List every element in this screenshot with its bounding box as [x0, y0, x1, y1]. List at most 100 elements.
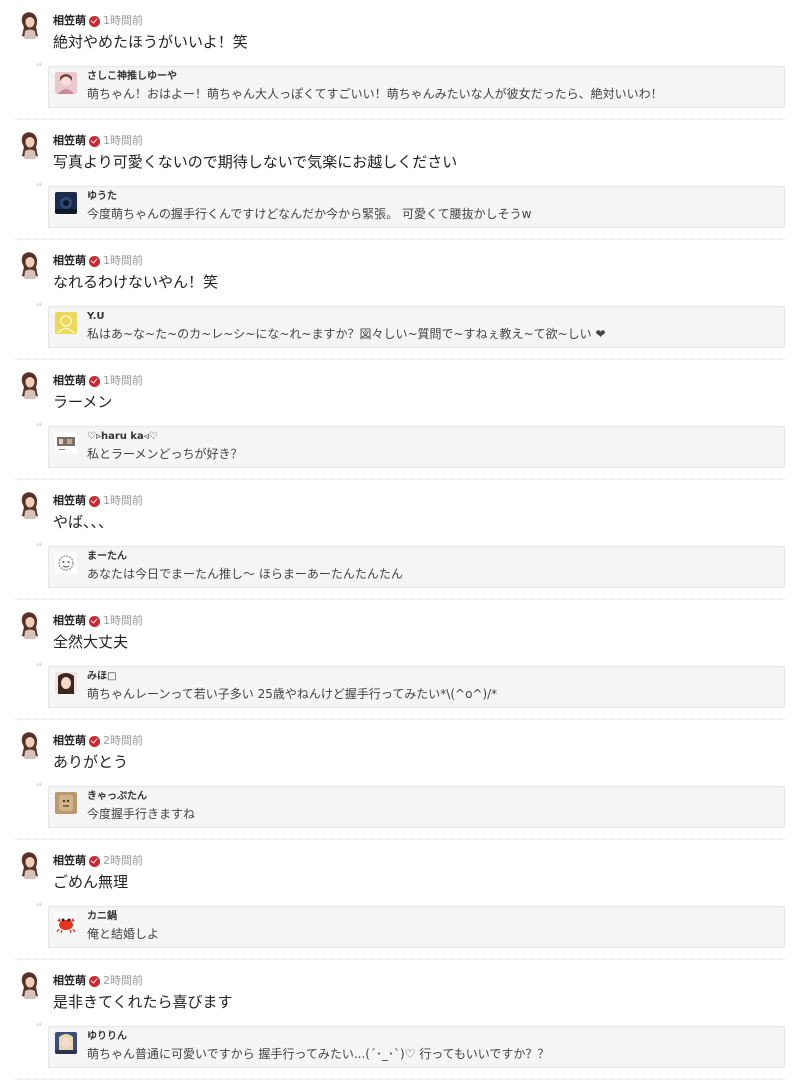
quote-icon: “ [36, 1021, 43, 1035]
comment-thread: 相笠萌 2時間前 ありがとう “ きゃっぷたん 今度握手行きますね [15, 720, 785, 840]
commenter-avatar[interactable] [55, 72, 77, 94]
commenter-avatar[interactable] [55, 312, 77, 334]
comment-thread: 相笠萌 1時間前 写真より可愛くないので期待しないで気楽にお越しください “ ゆ… [15, 120, 785, 240]
quoted-comment: みほ□ 萌ちゃんレーンって若い子多い 25歳やねんけど握手行ってみたい*\(^o… [48, 666, 785, 708]
commenter-text: 私はあ~な~た~のカ~レ~シ~にな~れ~ますか？図々しい~質問で~すねぇ教え~て… [87, 327, 606, 341]
verified-badge-icon [89, 735, 100, 747]
author-avatar[interactable] [17, 851, 43, 879]
author-reply-text: 写真より可愛くないので期待しないで気楽にお越しください [53, 153, 458, 171]
comment-header: 相笠萌 1時間前 [53, 134, 143, 148]
comment-thread: 相笠萌 2時間前 是非きてくれたら喜びます “ ゆりりん 萌ちゃん普通に可愛いで… [15, 960, 785, 1080]
verified-badge-icon [89, 375, 100, 387]
author-reply-text: ごめん無理 [53, 873, 129, 891]
quote-icon: “ [36, 181, 43, 195]
quoted-comment: さしこ神推しゆーや 萌ちゃん！おはよー！萌ちゃん大人っぽくてすごいい！萌ちゃんみ… [48, 66, 785, 108]
comment-feed: 相笠萌 1時間前 絶対やめたほうがいいよ！笑 “ さしこ神推しゆーや 萌ちゃん！… [0, 0, 800, 1080]
quote-icon: “ [36, 661, 43, 675]
author-reply-text: 全然大丈夫 [53, 633, 129, 651]
commenter-name[interactable]: ゆりりん [87, 1031, 127, 1043]
author-name[interactable]: 相笠萌 [53, 854, 86, 868]
comment-header: 相笠萌 1時間前 [53, 14, 143, 28]
commenter-text: 萌ちゃんレーンって若い子多い 25歳やねんけど握手行ってみたい*\(^o^)/* [87, 687, 498, 701]
commenter-name[interactable]: さしこ神推しゆーや [87, 71, 177, 83]
comment-header: 相笠萌 1時間前 [53, 494, 143, 508]
comment-thread: 相笠萌 2時間前 ごめん無理 “ カニ鍋 俺と結婚しよ [15, 840, 785, 960]
quoted-comment: ♡▹haru ka◃♡ 私とラーメンどっちが好き？ [48, 426, 785, 468]
verified-badge-icon [89, 495, 100, 507]
commenter-text: 萌ちゃん普通に可愛いですから 握手行ってみたい...(´･_･`)♡ 行ってもい… [87, 1047, 550, 1061]
timestamp: 1時間前 [103, 494, 143, 507]
verified-badge-icon [89, 135, 100, 147]
comment-header: 相笠萌 2時間前 [53, 734, 143, 748]
commenter-avatar[interactable] [55, 192, 77, 214]
commenter-avatar[interactable] [55, 672, 77, 694]
author-avatar[interactable] [17, 611, 43, 639]
author-avatar[interactable] [17, 251, 43, 279]
author-reply-text: ありがとう [53, 753, 129, 771]
verified-badge-icon [89, 15, 100, 27]
commenter-name[interactable]: カニ鍋 [87, 911, 117, 923]
author-avatar[interactable] [17, 971, 43, 999]
verified-badge-icon [89, 255, 100, 267]
quoted-comment: カニ鍋 俺と結婚しよ [48, 906, 785, 948]
author-reply-text: 絶対やめたほうがいいよ！笑 [53, 33, 248, 51]
timestamp: 1時間前 [103, 614, 143, 627]
commenter-avatar[interactable] [55, 552, 77, 574]
author-avatar[interactable] [17, 371, 43, 399]
author-reply-text: 是非きてくれたら喜びます [53, 993, 233, 1011]
author-name[interactable]: 相笠萌 [53, 14, 86, 28]
timestamp: 1時間前 [103, 374, 143, 387]
author-avatar[interactable] [17, 491, 43, 519]
quoted-comment: Y.U 私はあ~な~た~のカ~レ~シ~にな~れ~ますか？図々しい~質問で~すねぇ… [48, 306, 785, 348]
timestamp: 1時間前 [103, 254, 143, 267]
commenter-name[interactable]: みほ□ [87, 671, 116, 683]
verified-badge-icon [89, 855, 100, 867]
author-reply-text: ラーメン [53, 393, 113, 411]
quote-icon: “ [36, 781, 43, 795]
author-name[interactable]: 相笠萌 [53, 614, 86, 628]
quote-icon: “ [36, 541, 43, 555]
comment-thread: 相笠萌 1時間前 ラーメン “ ♡▹haru ka◃♡ 私とラーメンどっちが好き… [15, 360, 785, 480]
quoted-comment: ゆうた 今度萌ちゃんの握手行くんですけどなんだか今から緊張。 可愛くて腰抜かしそ… [48, 186, 785, 228]
author-name[interactable]: 相笠萌 [53, 494, 86, 508]
comment-header: 相笠萌 2時間前 [53, 854, 143, 868]
quote-icon: “ [36, 901, 43, 915]
commenter-name[interactable]: ゆうた [87, 191, 117, 203]
quoted-comment: ゆりりん 萌ちゃん普通に可愛いですから 握手行ってみたい...(´･_･`)♡ … [48, 1026, 785, 1068]
commenter-text: 今度萌ちゃんの握手行くんですけどなんだか今から緊張。 可愛くて腰抜かしそうw [87, 207, 532, 221]
timestamp: 2時間前 [103, 734, 143, 747]
author-reply-text: なれるわけないやん！笑 [53, 273, 219, 291]
comment-thread: 相笠萌 1時間前 絶対やめたほうがいいよ！笑 “ さしこ神推しゆーや 萌ちゃん！… [15, 0, 785, 120]
timestamp: 1時間前 [103, 134, 143, 147]
commenter-text: 萌ちゃん！おはよー！萌ちゃん大人っぽくてすごいい！萌ちゃんみたいな人が彼女だった… [87, 87, 663, 101]
verified-badge-icon [89, 615, 100, 627]
comment-header: 相笠萌 1時間前 [53, 254, 143, 268]
author-avatar[interactable] [17, 131, 43, 159]
timestamp: 1時間前 [103, 14, 143, 27]
commenter-name[interactable]: Y.U [87, 311, 105, 323]
quoted-comment: きゃっぷたん 今度握手行きますね [48, 786, 785, 828]
author-name[interactable]: 相笠萌 [53, 974, 86, 988]
author-name[interactable]: 相笠萌 [53, 254, 86, 268]
comment-thread: 相笠萌 1時間前 なれるわけないやん！笑 “ Y.U 私はあ~な~た~のカ~レ~… [15, 240, 785, 360]
commenter-name[interactable]: まーたん [87, 551, 127, 563]
commenter-text: 俺と結婚しよ [87, 927, 160, 941]
commenter-text: 私とラーメンどっちが好き？ [87, 447, 243, 461]
commenter-name[interactable]: ♡▹haru ka◃♡ [87, 431, 158, 443]
comment-header: 相笠萌 2時間前 [53, 974, 143, 988]
commenter-avatar[interactable] [55, 1032, 77, 1054]
quoted-comment: まーたん あなたは今日でまーたん推し〜 ほらまーあーたんたんたん [48, 546, 785, 588]
commenter-avatar[interactable] [55, 912, 77, 934]
comment-thread: 相笠萌 1時間前 やば、、、 “ まーたん あなたは今日でまーたん推し〜 ほらま… [15, 480, 785, 600]
author-avatar[interactable] [17, 11, 43, 39]
author-name[interactable]: 相笠萌 [53, 134, 86, 148]
author-name[interactable]: 相笠萌 [53, 374, 86, 388]
author-avatar[interactable] [17, 731, 43, 759]
author-name[interactable]: 相笠萌 [53, 734, 86, 748]
timestamp: 2時間前 [103, 974, 143, 987]
commenter-name[interactable]: きゃっぷたん [87, 791, 147, 803]
commenter-avatar[interactable] [55, 432, 77, 454]
quote-icon: “ [36, 301, 43, 315]
commenter-avatar[interactable] [55, 792, 77, 814]
comment-header: 相笠萌 1時間前 [53, 374, 143, 388]
